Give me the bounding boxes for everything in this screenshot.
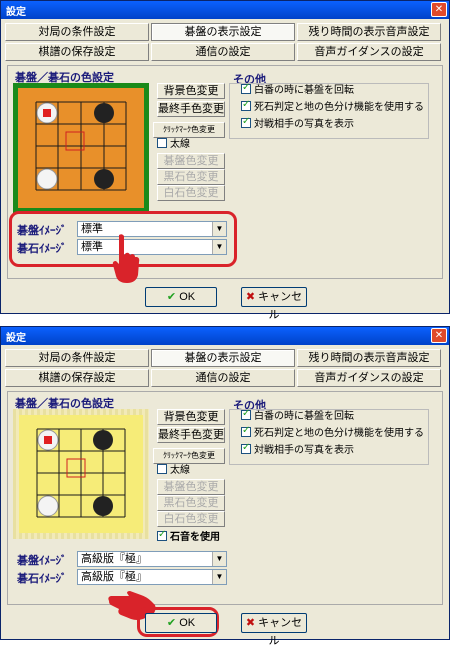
white-stone bbox=[36, 168, 58, 190]
title-bar: 設定 ✕ bbox=[1, 1, 449, 19]
tab-time-audio[interactable]: 残り時間の表示音声設定 bbox=[297, 349, 441, 367]
rotate-board-checkbox[interactable]: 白番の時に碁盤を回転 bbox=[241, 82, 354, 98]
last-move-mark bbox=[43, 109, 51, 117]
board-preview bbox=[13, 409, 149, 539]
tab-game-conditions[interactable]: 対局の条件設定 bbox=[5, 23, 149, 41]
tab-board-display[interactable]: 碁盤の表示設定 bbox=[151, 23, 295, 41]
ok-button[interactable]: ✔ OK bbox=[145, 613, 217, 633]
tab-game-conditions[interactable]: 対局の条件設定 bbox=[5, 349, 149, 367]
board-image-value: 高級版『極』 bbox=[81, 553, 147, 565]
close-icon[interactable]: ✕ bbox=[431, 328, 447, 343]
click-mark bbox=[66, 458, 86, 478]
cancel-button[interactable]: ✖ キャンセル bbox=[241, 613, 307, 647]
white-color-button[interactable]: 白石色変更 bbox=[157, 185, 225, 201]
tab-board-display[interactable]: 碁盤の表示設定 bbox=[151, 349, 295, 367]
dead-stone-label: 死石判定と地の色分け機能を使用する bbox=[254, 102, 424, 113]
board-grid-svg bbox=[36, 428, 126, 518]
rotate-board-label: 白番の時に碁盤を回転 bbox=[254, 411, 354, 422]
bg-color-button[interactable]: 背景色変更 bbox=[157, 83, 225, 99]
close-icon[interactable]: ✕ bbox=[431, 2, 447, 17]
title-bar: 設定 ✕ bbox=[1, 327, 449, 345]
stone-image-select[interactable]: 高級版『極』 ▼ bbox=[77, 569, 227, 585]
rotate-board-label: 白番の時に碁盤を回転 bbox=[254, 85, 354, 96]
thick-line-label: 太線 bbox=[170, 465, 190, 476]
rotate-board-checkbox[interactable]: 白番の時に碁盤を回転 bbox=[241, 408, 354, 424]
opponent-photo-checkbox[interactable]: 対戦相手の写真を表示 bbox=[241, 442, 354, 458]
stone-image-value: 高級版『極』 bbox=[81, 571, 147, 583]
checkbox-box[interactable] bbox=[241, 425, 251, 438]
board-image-label: 碁盤ｲﾒｰｼﾞ bbox=[17, 555, 67, 567]
tab-communication[interactable]: 通信の設定 bbox=[151, 43, 295, 61]
tab-communication[interactable]: 通信の設定 bbox=[151, 369, 295, 387]
tab-record-save[interactable]: 棋譜の保存設定 bbox=[5, 369, 149, 387]
bg-color-button[interactable]: 背景色変更 bbox=[157, 409, 225, 425]
ok-label: OK bbox=[179, 617, 196, 629]
black-stone bbox=[93, 430, 113, 450]
tab-voice-guidance[interactable]: 音声ガイダンスの設定 bbox=[297, 369, 441, 387]
last-move-color-button[interactable]: 最終手色変更 bbox=[157, 427, 225, 443]
checkbox-box[interactable] bbox=[241, 99, 251, 112]
black-stone bbox=[94, 103, 114, 123]
click-mark-color-button[interactable]: ｸﾘｯｸﾏｰｸ色変更 bbox=[153, 448, 225, 464]
black-color-button[interactable]: 黒石色変更 bbox=[157, 169, 225, 185]
go-board bbox=[19, 415, 143, 533]
pointing-hand-icon bbox=[112, 234, 140, 283]
stone-sound-checkbox[interactable]: 石音を使用 bbox=[157, 529, 220, 545]
dead-stone-checkbox[interactable]: 死石判定と地の色分け機能を使用する bbox=[241, 99, 424, 115]
thick-line-checkbox[interactable]: 太線 bbox=[157, 138, 190, 152]
dropdown-arrow-icon[interactable]: ▼ bbox=[212, 570, 226, 584]
thick-line-checkbox[interactable]: 太線 bbox=[157, 464, 190, 478]
checkbox-box[interactable] bbox=[157, 464, 167, 475]
checkbox-box[interactable] bbox=[241, 408, 251, 421]
black-stone bbox=[93, 496, 113, 516]
settings-dialog-1: 設定 ✕ 対局の条件設定 碁盤の表示設定 残り時間の表示音声設定 棋譜の保存設定… bbox=[0, 0, 450, 321]
dropdown-arrow-icon[interactable]: ▼ bbox=[212, 552, 226, 566]
board-preview bbox=[13, 83, 149, 213]
ok-button[interactable]: ✔ OK bbox=[145, 287, 217, 307]
checkbox-box[interactable] bbox=[241, 116, 251, 129]
checkbox-box[interactable] bbox=[241, 82, 251, 95]
last-move-color-button[interactable]: 最終手色変更 bbox=[157, 101, 225, 117]
x-icon: ✖ bbox=[245, 291, 256, 303]
dead-stone-checkbox[interactable]: 死石判定と地の色分け機能を使用する bbox=[241, 425, 424, 441]
stone-sound-label: 石音を使用 bbox=[170, 532, 220, 543]
go-board bbox=[18, 88, 144, 208]
board-color-button[interactable]: 碁盤色変更 bbox=[157, 479, 225, 495]
dialog-title: 設定 bbox=[6, 333, 26, 344]
stone-image-row: 碁石ｲﾒｰｼﾞ 高級版『極』 ▼ bbox=[15, 569, 227, 585]
opponent-photo-label: 対戦相手の写真を表示 bbox=[254, 119, 354, 130]
check-icon: ✔ bbox=[166, 291, 177, 303]
black-stone bbox=[94, 169, 114, 189]
tab-voice-guidance[interactable]: 音声ガイダンスの設定 bbox=[297, 43, 441, 61]
tab-record-save[interactable]: 棋譜の保存設定 bbox=[5, 43, 149, 61]
ok-label: OK bbox=[179, 291, 196, 303]
checkbox-box[interactable] bbox=[157, 138, 167, 149]
black-color-button[interactable]: 黒石色変更 bbox=[157, 495, 225, 511]
tab-bar: 対局の条件設定 碁盤の表示設定 残り時間の表示音声設定 棋譜の保存設定 通信の設… bbox=[5, 349, 445, 389]
checkbox-box[interactable] bbox=[241, 442, 251, 455]
board-grid-svg bbox=[35, 101, 127, 191]
x-icon: ✖ bbox=[245, 617, 256, 629]
board-color-button[interactable]: 碁盤色変更 bbox=[157, 153, 225, 169]
checkbox-box[interactable] bbox=[157, 529, 167, 542]
check-icon: ✔ bbox=[166, 617, 177, 629]
click-mark-color-button[interactable]: ｸﾘｯｸﾏｰｸ色変更 bbox=[153, 122, 225, 138]
white-stone bbox=[37, 495, 59, 517]
white-color-button[interactable]: 白石色変更 bbox=[157, 511, 225, 527]
cancel-label: キャンセル bbox=[258, 291, 303, 321]
thick-line-label: 太線 bbox=[170, 139, 190, 150]
board-image-select[interactable]: 高級版『極』 ▼ bbox=[77, 551, 227, 567]
board-image-row: 碁盤ｲﾒｰｼﾞ 高級版『極』 ▼ bbox=[15, 551, 227, 567]
dead-stone-label: 死石判定と地の色分け機能を使用する bbox=[254, 428, 424, 439]
settings-dialog-2: 設定 ✕ 対局の条件設定 碁盤の表示設定 残り時間の表示音声設定 棋譜の保存設定… bbox=[0, 326, 450, 647]
tab-time-audio[interactable]: 残り時間の表示音声設定 bbox=[297, 23, 441, 41]
opponent-photo-label: 対戦相手の写真を表示 bbox=[254, 445, 354, 456]
tab-bar: 対局の条件設定 碁盤の表示設定 残り時間の表示音声設定 棋譜の保存設定 通信の設… bbox=[5, 23, 445, 63]
cancel-label: キャンセル bbox=[258, 617, 303, 647]
last-move-mark bbox=[44, 436, 52, 444]
cancel-button[interactable]: ✖ キャンセル bbox=[241, 287, 307, 321]
opponent-photo-checkbox[interactable]: 対戦相手の写真を表示 bbox=[241, 116, 354, 132]
stone-image-label: 碁石ｲﾒｰｼﾞ bbox=[17, 573, 67, 585]
dialog-title: 設定 bbox=[6, 7, 26, 18]
